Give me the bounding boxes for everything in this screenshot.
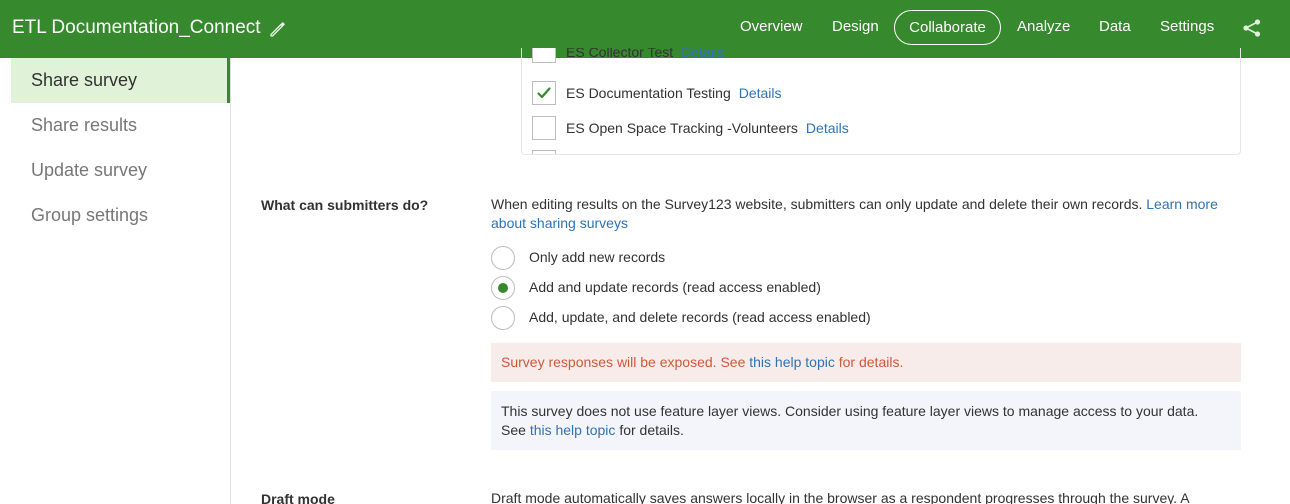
learn-more-link-cont[interactable]: about sharing surveys xyxy=(491,215,628,231)
group-checkbox[interactable] xyxy=(532,48,556,63)
share-icon[interactable] xyxy=(1241,17,1263,39)
checkmark-icon xyxy=(537,87,551,99)
group-row: ES Open Space Tracking -Volunteers Detail… xyxy=(532,116,1232,142)
exposure-warning: Survey responses will be exposed. See th… xyxy=(491,343,1241,382)
survey-title: ETL Documentation_Connect xyxy=(12,17,261,38)
group-details-link[interactable]: Details xyxy=(681,48,724,60)
radio-label: Only add new records xyxy=(529,249,666,265)
nav-analyze[interactable]: Analyze xyxy=(1017,18,1070,35)
groups-list[interactable]: ES Collector Test Details ES Documentatio… xyxy=(521,48,1241,155)
radio-button[interactable] xyxy=(491,306,515,330)
group-checkbox[interactable] xyxy=(532,150,556,154)
info-help-link[interactable]: this help topic xyxy=(530,422,616,438)
nav-settings[interactable]: Settings xyxy=(1160,18,1214,35)
sidebar-item-group-settings[interactable]: Group settings xyxy=(11,193,230,238)
group-name: ES Documentation Testing xyxy=(566,85,731,101)
nav-design[interactable]: Design xyxy=(832,18,879,35)
radio-option[interactable]: Add and update records (read access enab… xyxy=(491,276,1241,301)
group-row: ES Collector Test Details xyxy=(532,48,1232,73)
draft-mode-description: Draft mode automatically saves answers l… xyxy=(491,490,1190,504)
group-name: ES Collector Test xyxy=(566,48,674,60)
radio-button-selected[interactable] xyxy=(491,276,515,300)
group-row xyxy=(532,150,1232,154)
learn-more-link[interactable]: Learn more xyxy=(1146,196,1218,212)
pencil-edit-icon[interactable] xyxy=(268,19,288,39)
sidebar-item-update-survey[interactable]: Update survey xyxy=(11,148,230,193)
warning-help-link[interactable]: this help topic xyxy=(749,354,835,370)
radio-label: Add, update, and delete records (read ac… xyxy=(529,309,871,325)
nav-overview[interactable]: Overview xyxy=(740,18,803,35)
group-details-link[interactable]: Details xyxy=(806,120,849,136)
radio-label: Add and update records (read access enab… xyxy=(529,279,821,295)
group-row: ES Documentation Testing Details xyxy=(532,81,1232,107)
submitters-label: What can submitters do? xyxy=(261,197,429,213)
feature-layer-info: This survey does not use feature layer v… xyxy=(491,391,1241,450)
draft-mode-label: Draft mode xyxy=(261,491,335,504)
radio-dot-icon xyxy=(498,283,508,293)
sidebar-item-share-results[interactable]: Share results xyxy=(11,103,230,148)
nav-collaborate[interactable]: Collaborate xyxy=(894,10,1001,45)
radio-option[interactable]: Add, update, and delete records (read ac… xyxy=(491,306,1241,331)
submitters-description: When editing results on the Survey123 we… xyxy=(491,196,1218,231)
group-checkbox-checked[interactable] xyxy=(532,81,556,105)
nav-data[interactable]: Data xyxy=(1099,18,1131,35)
sidebar-item-share-survey[interactable]: Share survey xyxy=(11,58,230,103)
radio-option[interactable]: Only add new records xyxy=(491,246,1241,271)
group-name: ES Open Space Tracking -Volunteers xyxy=(566,120,798,136)
sidebar: Share survey Share results Update survey… xyxy=(0,58,231,504)
radio-button[interactable] xyxy=(491,246,515,270)
group-checkbox[interactable] xyxy=(532,116,556,140)
group-details-link[interactable]: Details xyxy=(739,85,782,101)
